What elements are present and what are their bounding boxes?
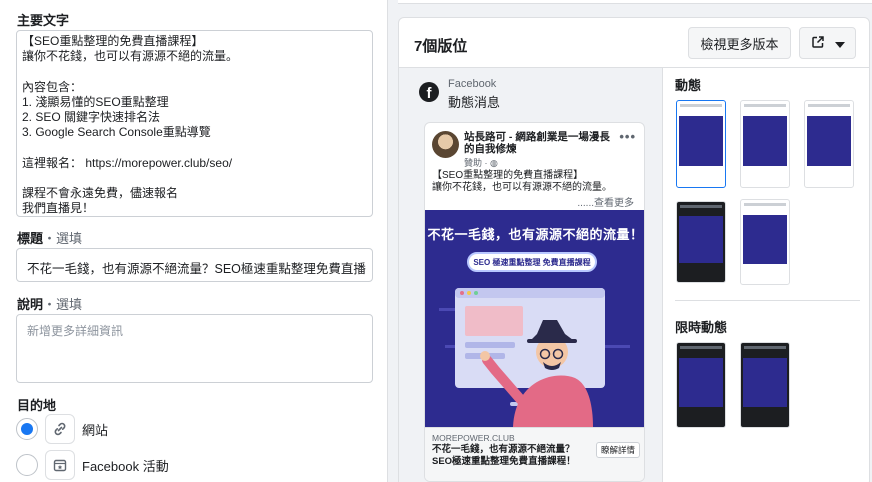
feeds-section-title: 動態 bbox=[675, 78, 702, 93]
ad-preview-panel: 7個版位 檢視更多版本 f Facebook 動態消息 站長路可 - 網路創業是… bbox=[398, 17, 870, 482]
placement-thumb-feed-1[interactable] bbox=[676, 100, 726, 188]
learn-more-button[interactable]: 瞭解詳情 bbox=[596, 442, 640, 458]
placement-thumbnail-creative bbox=[679, 216, 723, 263]
placement-thumbnail-header bbox=[680, 205, 722, 208]
placement-thumbnail-creative bbox=[679, 358, 723, 407]
placement-thumb-feed-4[interactable] bbox=[676, 201, 726, 283]
placement-thumbnail-creative bbox=[743, 215, 787, 264]
facebook-logo-icon: f bbox=[419, 82, 439, 102]
headline-optional: ・選填 bbox=[43, 231, 83, 246]
destination-option-label: Facebook 活動 bbox=[82, 458, 169, 474]
headline-label-text: 標題 bbox=[17, 231, 44, 246]
placement-thumbnail-header bbox=[680, 104, 722, 107]
primary-text-input[interactable]: 【SEO重點整理的免費直播課程】 讓你不花錢，也可以有源源不絕的流量。 內容包含… bbox=[16, 30, 373, 217]
radio-selected[interactable] bbox=[16, 418, 38, 440]
placements-count-title: 7個版位 bbox=[414, 38, 468, 55]
headline-label: 標題・選填 bbox=[17, 228, 82, 247]
headline-input[interactable]: 不花一毛錢，也有源源不絕流量？SEO極速重點整理免費直播 bbox=[16, 248, 373, 282]
destination-option-label: 網站 bbox=[82, 422, 109, 438]
link-domain: MOREPOWER.CLUB bbox=[432, 433, 515, 443]
placement-thumbnail-creative bbox=[743, 116, 787, 166]
link-title: 不花一毛錢，也有源源不絕流量？SEO極速重點整理免費直播課程！ bbox=[432, 444, 576, 467]
view-more-versions-button[interactable]: 檢視更多版本 bbox=[688, 27, 791, 59]
destination-option-facebook-event[interactable]: Facebook 活動 bbox=[16, 450, 169, 480]
placement-thumbnail-creative bbox=[679, 116, 723, 166]
placement-thumb-feed-2[interactable] bbox=[740, 100, 790, 188]
placement-header: f Facebook 動態消息 bbox=[419, 78, 500, 111]
placement-thumb-feed-3[interactable] bbox=[804, 100, 854, 188]
placement-thumbnail-header bbox=[680, 346, 722, 349]
description-label: 說明・選填 bbox=[17, 294, 82, 313]
more-options-icon[interactable]: ••• bbox=[619, 129, 636, 144]
placement-thumb-story-1[interactable] bbox=[676, 342, 726, 428]
radio-unselected[interactable] bbox=[16, 454, 38, 476]
description-optional: ・選填 bbox=[43, 297, 83, 312]
placement-thumbnail-creative bbox=[743, 358, 787, 407]
destination-option-website[interactable]: 網站 bbox=[16, 414, 108, 444]
external-link-icon bbox=[811, 35, 825, 52]
placement-source: Facebook bbox=[448, 78, 497, 90]
post-text: 【SEO重點整理的免費直播課程】 讓你不花錢，也可以有源源不絕的流量。 bbox=[432, 170, 612, 193]
placement-thumb-feed-5[interactable] bbox=[740, 199, 790, 285]
globe-icon: ◍ bbox=[490, 158, 498, 168]
ad-text-form: 主要文字 【SEO重點整理的免費直播課程】 讓你不花錢，也可以有源源不絕的流量。… bbox=[0, 0, 388, 482]
feed-post-preview: 站長路可 - 網路創業是一場漫長的自我修煉 贊助 · ◍ ••• 【SEO重點整… bbox=[424, 122, 645, 482]
description-input[interactable]: 新增更多詳細資訊 bbox=[16, 314, 373, 383]
placement-name: 動態消息 bbox=[448, 95, 501, 110]
placement-thumbnail-header bbox=[744, 104, 786, 107]
placement-thumbnail-header bbox=[744, 203, 786, 206]
placement-thumbnail-header bbox=[808, 104, 850, 107]
placement-thumb-story-2[interactable] bbox=[740, 342, 790, 428]
stories-section-title: 限時動態 bbox=[675, 320, 728, 335]
sponsored-label: 贊助 · ◍ bbox=[464, 158, 498, 168]
share-preview-button[interactable] bbox=[799, 27, 856, 59]
destination-label: 目的地 bbox=[17, 398, 57, 413]
page-name: 站長路可 - 網路創業是一場漫長的自我修煉 bbox=[464, 131, 610, 155]
section-divider bbox=[675, 300, 860, 301]
top-strip bbox=[398, 0, 872, 4]
page-avatar bbox=[432, 131, 459, 158]
caret-down-icon bbox=[834, 36, 845, 51]
description-label-text: 說明 bbox=[17, 297, 44, 312]
link-footer[interactable]: MOREPOWER.CLUB 不花一毛錢，也有源源不絕流量？SEO極速重點整理免… bbox=[425, 427, 644, 481]
calendar-star-icon bbox=[45, 450, 75, 480]
link-icon bbox=[45, 414, 75, 444]
primary-text-label: 主要文字 bbox=[17, 13, 70, 28]
placement-thumbnail-creative bbox=[807, 116, 851, 166]
ad-creative-image: 不花一毛錢，也有源源不絕的流量！ SEO 極速重點整理 免費直播課程 bbox=[425, 210, 644, 427]
creative-illustration bbox=[439, 288, 630, 427]
placement-thumbnail-header bbox=[744, 346, 786, 349]
see-more-link[interactable]: ......查看更多 bbox=[577, 194, 634, 209]
